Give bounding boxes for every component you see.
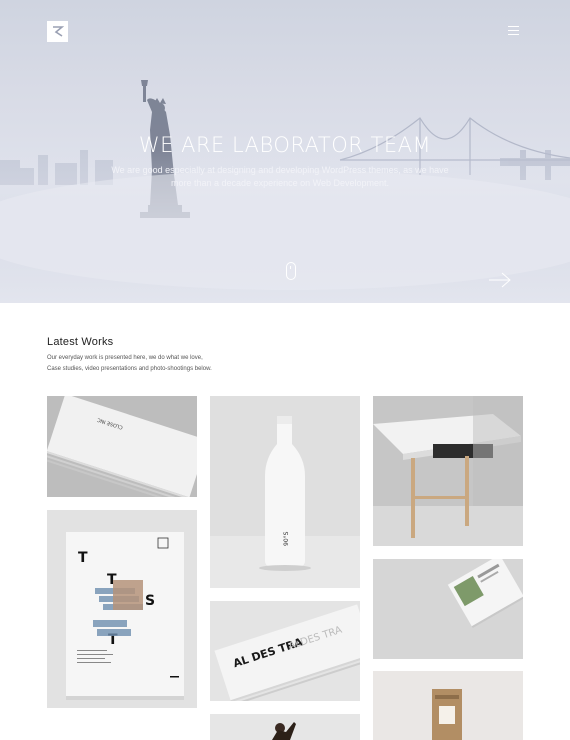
portfolio-item-papers[interactable] bbox=[373, 559, 523, 659]
logo-glyph bbox=[53, 26, 65, 37]
business-cards-image: CLOSE INC bbox=[47, 396, 197, 497]
hero-subtitle-line: We are good especially at designing and … bbox=[111, 165, 449, 175]
arrow-right-icon[interactable] bbox=[488, 271, 512, 289]
laborator-logo-icon[interactable] bbox=[47, 21, 68, 42]
papers-image bbox=[373, 559, 523, 659]
cards-image: AL DES TRA ALDES TRA bbox=[210, 601, 360, 701]
bottle-image: 90°S bbox=[210, 396, 360, 588]
package-image bbox=[373, 671, 523, 740]
hero-section: WE ARE LABORATOR TEAM We are good especi… bbox=[0, 0, 570, 303]
portfolio-item-cards[interactable]: AL DES TRA ALDES TRA bbox=[210, 601, 360, 701]
hero-subtitle-line: more than a decade experience on Web Dev… bbox=[171, 178, 389, 188]
portfolio-item-book[interactable]: T T S T bbox=[47, 510, 197, 708]
mouse-scroll-icon[interactable] bbox=[286, 262, 296, 280]
portfolio-item-desk[interactable] bbox=[373, 396, 523, 546]
hero-subtitle: We are good especially at designing and … bbox=[110, 164, 450, 190]
bottle-label: 90°S bbox=[283, 531, 290, 546]
latest-works-description: Our everyday work is presented here, we … bbox=[47, 353, 307, 375]
hero-title: WE ARE LABORATOR TEAM bbox=[138, 133, 432, 157]
portfolio-item-package[interactable] bbox=[373, 671, 523, 740]
portfolio-item-bottle[interactable]: 90°S bbox=[210, 396, 360, 588]
portfolio-item-business-cards[interactable]: CLOSE INC bbox=[47, 396, 197, 497]
menu-line bbox=[508, 30, 519, 31]
desk-image bbox=[373, 396, 523, 546]
book-image: T T S T bbox=[47, 510, 197, 708]
description-line: Our everyday work is presented here, we … bbox=[47, 355, 203, 361]
figure-image bbox=[210, 714, 360, 740]
menu-line bbox=[508, 34, 519, 35]
menu-line bbox=[508, 26, 519, 27]
hamburger-menu-icon[interactable] bbox=[508, 26, 519, 35]
description-line: Case studies, video presentations and ph… bbox=[47, 366, 212, 372]
portfolio-item-figure[interactable] bbox=[210, 714, 360, 740]
book-letter: T bbox=[78, 550, 88, 566]
book-letter: S bbox=[145, 593, 155, 609]
latest-works-title: Latest Works bbox=[47, 336, 114, 348]
